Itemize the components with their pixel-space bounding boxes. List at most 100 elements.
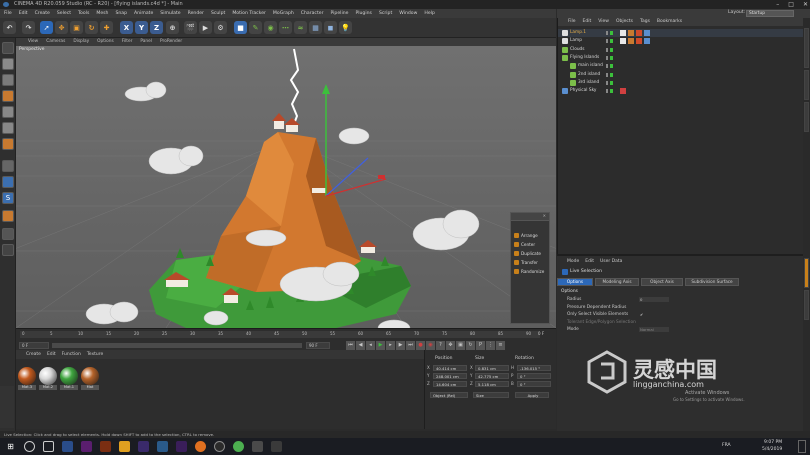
points-mode-icon[interactable] xyxy=(2,106,14,118)
timeline-menu-icon[interactable]: ≡ xyxy=(496,341,505,350)
attribute-value[interactable]: Normal xyxy=(639,327,669,332)
menu-item[interactable]: Edit xyxy=(19,9,28,18)
attribute-tab[interactable]: Object Axis xyxy=(641,278,683,286)
cinema4d-taskbar-icon[interactable] xyxy=(214,441,225,452)
popup-item[interactable]: Transfer xyxy=(511,258,549,267)
live-selection-icon[interactable]: ➚ xyxy=(40,21,53,34)
tab-layers[interactable] xyxy=(804,290,809,320)
material-ball[interactable] xyxy=(39,367,57,385)
enable-check-icon[interactable] xyxy=(610,89,613,94)
range-slider[interactable] xyxy=(52,343,302,348)
menu-item[interactable]: Snap xyxy=(115,9,127,18)
viewport-menu-item[interactable]: Panel xyxy=(140,38,152,46)
menu-item[interactable]: Tools xyxy=(78,9,89,18)
object-name[interactable]: Flying Islands xyxy=(570,54,599,62)
object-menu-item[interactable]: Objects xyxy=(616,18,633,26)
object-name[interactable]: Lamp xyxy=(570,37,582,45)
tag-icon[interactable] xyxy=(644,30,650,36)
scene-icon[interactable]: ▦ xyxy=(309,21,322,34)
object-name[interactable]: 2nd island xyxy=(578,71,600,79)
firefox-icon[interactable] xyxy=(195,441,206,452)
popup-item[interactable]: Randomize xyxy=(511,267,549,276)
object-menu-item[interactable]: File xyxy=(568,18,576,26)
enable-check-icon[interactable] xyxy=(610,55,613,60)
material-ball[interactable] xyxy=(60,367,78,385)
ai-app-icon[interactable] xyxy=(100,441,111,452)
material-ball[interactable] xyxy=(18,367,36,385)
attribute-value[interactable]: ✔ xyxy=(639,312,644,317)
move-icon[interactable]: ✥ xyxy=(55,21,68,34)
visibility-dots-icon[interactable] xyxy=(606,31,608,35)
clock-time[interactable]: 9:07 PM xyxy=(764,440,782,445)
position-key-icon[interactable]: ✥ xyxy=(446,341,455,350)
attribute-menu-item[interactable]: User Data xyxy=(600,258,622,266)
parameter-key-icon[interactable]: P xyxy=(476,341,485,350)
material-menu-item[interactable]: Create xyxy=(26,350,41,359)
timeline-ruler[interactable]: 0 5 10 15 20 25 30 35 40 45 50 55 60 65 70 75 80 85 90 xyxy=(20,331,540,338)
enable-check-icon[interactable] xyxy=(610,39,613,44)
cube-icon[interactable]: ■ xyxy=(234,21,247,34)
size-field[interactable]: 0.831 cm xyxy=(475,365,509,371)
size-mode-dropdown[interactable]: Size xyxy=(473,392,509,398)
prev-frame-icon[interactable]: ◂ xyxy=(366,341,375,350)
attribute-menu-item[interactable]: Mode xyxy=(567,258,579,266)
size-field[interactable]: 5.118 cm xyxy=(475,381,509,387)
pen-icon[interactable]: ✎ xyxy=(249,21,262,34)
material-label[interactable]: Mat.3 xyxy=(18,385,36,390)
tag-icon[interactable] xyxy=(636,38,642,45)
next-frame-icon[interactable]: ▸ xyxy=(386,341,395,350)
material-label[interactable]: Mat xyxy=(81,385,99,390)
enable-check-icon[interactable] xyxy=(610,80,613,85)
snap-icon[interactable]: S xyxy=(2,192,14,204)
menu-item[interactable]: MoGraph xyxy=(273,9,294,18)
scale-icon[interactable]: ▣ xyxy=(70,21,83,34)
attribute-tab[interactable]: Subdivision Surface xyxy=(685,278,739,286)
visibility-dots-icon[interactable] xyxy=(606,39,608,44)
edges-mode-icon[interactable] xyxy=(2,122,14,134)
workplane-icon[interactable] xyxy=(2,90,14,102)
frame-end-field[interactable]: 90 F xyxy=(306,342,330,349)
render-picture-viewer-icon[interactable]: ▶ xyxy=(199,21,212,34)
pr-app-icon[interactable] xyxy=(81,441,92,452)
render-settings-icon[interactable]: ⚙ xyxy=(214,21,227,34)
visibility-dots-icon[interactable] xyxy=(606,47,608,52)
enable-check-icon[interactable] xyxy=(610,64,613,69)
z-axis-lock-button[interactable]: Z xyxy=(150,21,163,34)
rotation-key-icon[interactable]: ↻ xyxy=(466,341,475,350)
polygons-mode-icon[interactable] xyxy=(2,138,14,150)
object-row[interactable]: main island xyxy=(558,62,804,70)
material-menu-item[interactable]: Function xyxy=(62,350,81,359)
redo-icon[interactable]: ↷ xyxy=(22,21,35,34)
autokey-icon[interactable]: ◉ xyxy=(426,341,435,350)
render-view-icon[interactable]: 🎬 xyxy=(184,21,197,34)
y-axis-lock-button[interactable]: Y xyxy=(135,21,148,34)
tag-icon[interactable] xyxy=(620,88,626,95)
popup-header[interactable]: ✕ xyxy=(511,213,549,221)
menu-item[interactable]: Motion Tracker xyxy=(232,9,266,18)
windows-start-icon[interactable]: ⊞ xyxy=(5,441,16,452)
clock-date[interactable]: 5/4/2019 xyxy=(762,447,782,452)
viewport-menu-item[interactable]: View xyxy=(28,38,38,46)
size-field[interactable]: 42.775 cm xyxy=(475,373,509,379)
material-label[interactable]: Mat.1 xyxy=(60,385,78,390)
position-field[interactable]: 14.604 cm xyxy=(433,381,467,387)
tag-icon[interactable] xyxy=(628,38,634,45)
x-axis-lock-button[interactable]: X xyxy=(120,21,133,34)
menu-item[interactable]: Script xyxy=(379,9,392,18)
app-taskbar-icon[interactable] xyxy=(271,441,282,452)
menu-item[interactable]: File xyxy=(4,9,12,18)
settings-taskbar-icon[interactable] xyxy=(252,441,263,452)
menu-item[interactable]: Pipeline xyxy=(330,9,348,18)
menu-item[interactable]: Select xyxy=(57,9,71,18)
object-row[interactable]: Lamp.1 xyxy=(558,29,804,37)
frame-start-field[interactable]: 0 F xyxy=(19,342,49,349)
enable-check-icon[interactable] xyxy=(610,72,613,77)
viewport-menu-item[interactable]: Options xyxy=(97,38,114,46)
popup-item[interactable]: Duplicate xyxy=(511,249,549,258)
object-name[interactable]: Physical Sky xyxy=(570,87,596,95)
object-menu-item[interactable]: View xyxy=(598,18,609,26)
object-row[interactable]: Clouds xyxy=(558,46,804,54)
light-icon[interactable]: 💡 xyxy=(339,21,352,34)
menu-item[interactable]: Create xyxy=(35,9,50,18)
go-to-end-icon[interactable]: ⏭ xyxy=(406,341,415,350)
